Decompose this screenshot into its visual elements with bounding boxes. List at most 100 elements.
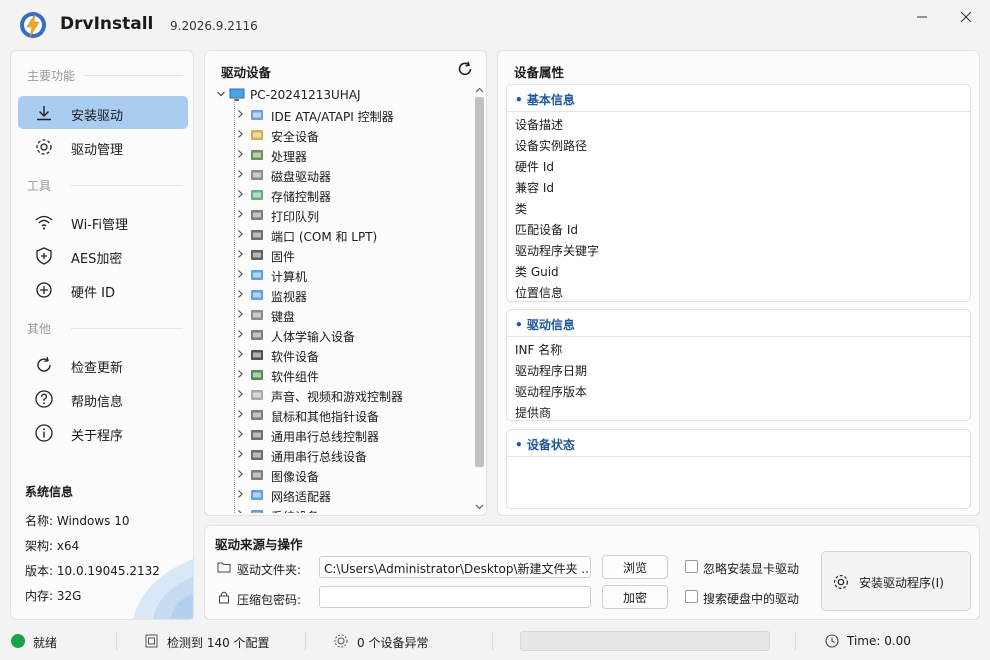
tree-scrollbar[interactable] — [473, 85, 486, 513]
tree-item[interactable]: 声音、视频和游戏控制器 — [209, 385, 473, 405]
tree-root[interactable]: PC-20241213UHAJ — [209, 85, 473, 105]
scroll-thumb[interactable] — [475, 97, 484, 467]
property-label: 匹配设备 Id — [515, 223, 578, 237]
tree-item-label: IDE ATA/ATAPI 控制器 — [271, 110, 394, 124]
title-bar: DrvInstall 9.2026.9.2116 — [0, 0, 990, 48]
tree-item[interactable]: 计算机 — [209, 265, 473, 285]
folder-path-input[interactable]: C:\Users\Administrator\Desktop\新建文件夹 ... — [319, 556, 591, 578]
chevron-right-icon[interactable] — [234, 168, 246, 180]
chevron-right-icon[interactable] — [234, 448, 246, 460]
group-divider — [507, 456, 970, 457]
hardware-id-icon — [36, 282, 52, 298]
tree-item[interactable]: 键盘 — [209, 305, 473, 325]
minimize-button[interactable] — [908, 6, 936, 28]
encrypt-button[interactable]: 加密 — [602, 585, 668, 609]
tree-item[interactable]: 端口 (COM 和 LPT) — [209, 225, 473, 245]
chevron-down-icon[interactable] — [215, 88, 227, 100]
chevron-right-icon[interactable] — [234, 508, 246, 513]
properties-panel: 设备属性 • 基本信息 设备描述 设备实例路径 硬件 Id 兼容 Id 类匹配设备 Id… — [497, 50, 980, 516]
chevron-right-icon[interactable] — [234, 208, 246, 220]
sidebar-item-driver-manage[interactable]: 驱动管理 — [18, 130, 188, 163]
chevron-right-icon[interactable] — [234, 348, 246, 360]
tree-item-label: 键盘 — [271, 310, 296, 324]
chevron-right-icon[interactable] — [234, 148, 246, 160]
config-icon — [145, 634, 158, 648]
search-disk-checkbox[interactable] — [685, 590, 698, 603]
sidebar-item-check-update[interactable]: 检查更新 — [18, 348, 188, 381]
chevron-right-icon[interactable] — [234, 368, 246, 380]
sidebar-item-label: 安装驱动 — [71, 109, 124, 124]
close-button[interactable] — [952, 6, 980, 28]
lock-icon — [219, 591, 229, 604]
folder-label: 驱动文件夹: — [237, 563, 302, 577]
tree-item[interactable]: 监视器 — [209, 285, 473, 305]
tree-item[interactable]: 软件组件 — [209, 365, 473, 385]
section-tools-label: 工具 — [27, 179, 52, 193]
basic-info-group: • 基本信息 设备描述 设备实例路径 硬件 Id 兼容 Id 类匹配设备 Id 驱动程序关… — [506, 84, 971, 302]
status-ready: 就绪 — [33, 636, 58, 650]
device-panel-title: 驱动设备 — [221, 65, 272, 80]
tree-item[interactable]: 存储控制器 — [209, 185, 473, 205]
processor-icon — [251, 150, 263, 160]
tree-item[interactable]: 系统设备 — [209, 505, 473, 513]
scroll-down-icon[interactable] — [475, 502, 484, 511]
tree-item[interactable]: 安全设备 — [209, 125, 473, 145]
tree-item[interactable]: 固件 — [209, 245, 473, 265]
sidebar-item-wifi[interactable]: Wi-Fi管理 — [18, 205, 188, 238]
sidebar-item-about[interactable]: 关于程序 — [18, 416, 188, 449]
property-label: 提供商 — [515, 406, 552, 420]
tree-item[interactable]: 通用串行总线设备 — [209, 445, 473, 465]
clock-icon — [825, 634, 839, 648]
password-input[interactable] — [319, 586, 591, 608]
chevron-right-icon[interactable] — [234, 408, 246, 420]
chevron-right-icon[interactable] — [234, 128, 246, 140]
chevron-right-icon[interactable] — [234, 268, 246, 280]
software-component-icon — [251, 370, 263, 380]
download-icon — [37, 106, 51, 121]
chevron-right-icon[interactable] — [234, 388, 246, 400]
tree-item-label: 软件设备 — [271, 350, 320, 364]
chevron-right-icon[interactable] — [234, 488, 246, 500]
tree-item[interactable]: 鼠标和其他指针设备 — [209, 405, 473, 425]
chevron-right-icon[interactable] — [234, 428, 246, 440]
status-detected: 检测到 140 个配置 — [167, 636, 270, 650]
tree-item[interactable]: 人体学输入设备 — [209, 325, 473, 345]
tree-item[interactable]: 网络适配器 — [209, 485, 473, 505]
tree-item[interactable]: 通用串行总线控制器 — [209, 425, 473, 445]
chevron-right-icon[interactable] — [234, 288, 246, 300]
browse-button[interactable]: 浏览 — [602, 555, 668, 579]
group-divider — [507, 336, 970, 337]
chevron-right-icon[interactable] — [234, 468, 246, 480]
driver-info-group: • 驱动信息 INF 名称 驱动程序日期 驱动程序版本 提供商 — [506, 309, 971, 421]
chevron-right-icon[interactable] — [234, 188, 246, 200]
tree-item[interactable]: 软件设备 — [209, 345, 473, 365]
chevron-right-icon[interactable] — [234, 248, 246, 260]
refresh-icon[interactable] — [456, 60, 474, 78]
chevron-right-icon[interactable] — [234, 308, 246, 320]
sidebar-item-install-driver[interactable]: 安装驱动 — [18, 96, 188, 129]
scroll-up-icon[interactable] — [475, 86, 484, 95]
tree-item-label: 存储控制器 — [271, 190, 332, 204]
chevron-right-icon[interactable] — [234, 228, 246, 240]
install-driver-button[interactable]: 安装驱动程序(I) — [821, 551, 971, 611]
refresh-icon — [37, 356, 51, 372]
device-status-group: • 设备状态 — [506, 429, 971, 509]
camera-icon — [251, 470, 263, 480]
sidebar-item-help[interactable]: 帮助信息 — [18, 382, 188, 415]
tree-item[interactable]: IDE ATA/ATAPI 控制器 — [209, 105, 473, 125]
tree-item[interactable]: 处理器 — [209, 145, 473, 165]
tree-item[interactable]: 打印队列 — [209, 205, 473, 225]
chevron-right-icon[interactable] — [234, 108, 246, 120]
tree-item[interactable]: 磁盘驱动器 — [209, 165, 473, 185]
sidebar-item-label: 帮助信息 — [71, 395, 124, 410]
device-status-title: • 设备状态 — [515, 438, 575, 452]
sidebar-item-label: 检查更新 — [71, 361, 124, 376]
device-tree[interactable]: PC-20241213UHAJ IDE ATA/ATAPI 控制器 安全设备 处理器… — [209, 85, 473, 513]
tree-item[interactable]: 图像设备 — [209, 465, 473, 485]
chevron-right-icon[interactable] — [234, 328, 246, 340]
tree-item-label: 系统设备 — [271, 508, 319, 513]
skip-gpu-checkbox[interactable] — [685, 560, 698, 573]
sidebar-item-aes[interactable]: AES加密 — [18, 239, 188, 272]
sidebar-item-hardware-id[interactable]: 硬件 ID — [18, 273, 188, 306]
section-divider — [83, 75, 183, 76]
